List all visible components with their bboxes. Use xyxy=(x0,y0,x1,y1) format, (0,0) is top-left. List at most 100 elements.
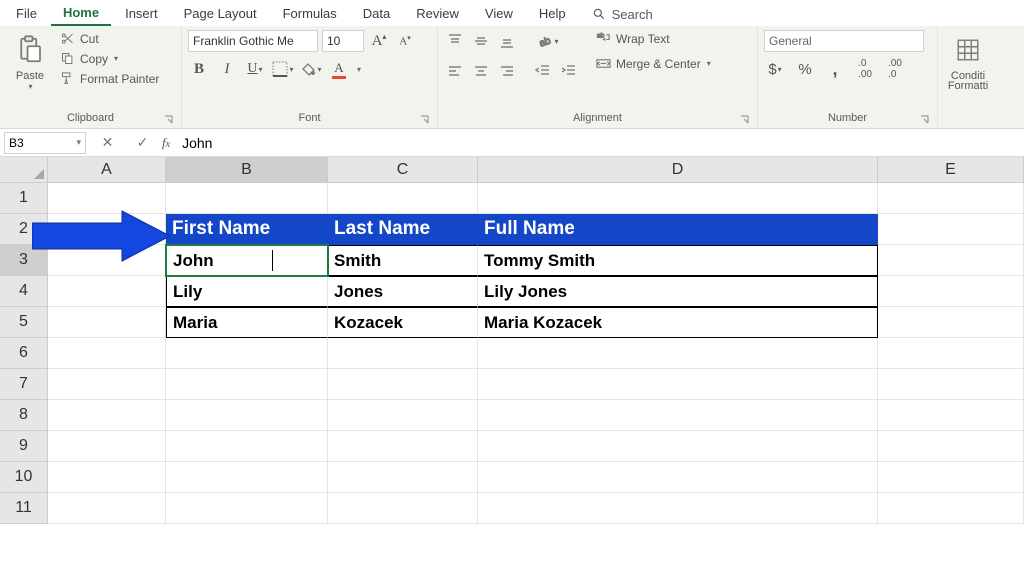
row-header[interactable]: 7 xyxy=(0,369,48,400)
tab-review[interactable]: Review xyxy=(404,3,471,25)
cell[interactable] xyxy=(328,338,478,369)
cell[interactable] xyxy=(328,183,478,214)
cell[interactable] xyxy=(166,462,328,493)
cut-button[interactable]: Cut xyxy=(58,30,161,47)
cell[interactable] xyxy=(328,462,478,493)
column-header-b[interactable]: B xyxy=(166,157,328,183)
cell[interactable] xyxy=(878,183,1024,214)
cell-header-last-name[interactable]: Last Name xyxy=(328,214,478,245)
cell[interactable]: Maria xyxy=(166,307,328,338)
cell[interactable] xyxy=(166,400,328,431)
border-button[interactable]: ▾ xyxy=(272,58,294,80)
cell[interactable] xyxy=(478,369,878,400)
cell[interactable] xyxy=(166,338,328,369)
underline-button[interactable]: U▾ xyxy=(244,58,266,80)
cell[interactable] xyxy=(878,338,1024,369)
copy-button[interactable]: Copy ▾ xyxy=(58,50,161,67)
decrease-decimal-button[interactable]: .00.0 xyxy=(884,58,906,80)
fill-color-button[interactable]: ▾ xyxy=(300,58,322,80)
name-box[interactable]: B3 ▾ xyxy=(4,132,86,154)
row-header[interactable]: 6 xyxy=(0,338,48,369)
cell-header-full-name[interactable]: Full Name xyxy=(478,214,878,245)
cell[interactable] xyxy=(878,431,1024,462)
cell[interactable] xyxy=(166,493,328,524)
shrink-font-button[interactable]: A▾ xyxy=(394,30,416,52)
cell[interactable]: Smith xyxy=(328,245,478,276)
cell[interactable] xyxy=(48,338,166,369)
cell[interactable]: Kozacek xyxy=(328,307,478,338)
column-header-e[interactable]: E xyxy=(878,157,1024,183)
cell[interactable] xyxy=(478,400,878,431)
increase-indent-button[interactable] xyxy=(558,60,580,82)
cell-header-first-name[interactable]: First Name xyxy=(166,214,328,245)
italic-button[interactable]: I xyxy=(216,58,238,80)
wrap-text-button[interactable]: ab Wrap Text xyxy=(594,30,713,47)
confirm-edit-button[interactable]: ✓ xyxy=(137,134,149,151)
cell[interactable] xyxy=(48,493,166,524)
cell[interactable]: Lily xyxy=(166,276,328,307)
percent-format-button[interactable]: % xyxy=(794,58,816,80)
dialog-launcher-icon[interactable] xyxy=(163,114,175,126)
formula-input[interactable] xyxy=(176,132,1024,154)
font-family-select[interactable] xyxy=(188,30,318,52)
row-header[interactable]: 5 xyxy=(0,307,48,338)
column-header-d[interactable]: D xyxy=(478,157,878,183)
cell[interactable]: Tommy Smith xyxy=(478,245,878,276)
cell[interactable] xyxy=(328,431,478,462)
fx-icon[interactable]: fx xyxy=(162,135,170,151)
cell[interactable] xyxy=(48,431,166,462)
cell[interactable] xyxy=(478,183,878,214)
cell[interactable] xyxy=(328,400,478,431)
cell[interactable] xyxy=(878,462,1024,493)
align-top-button[interactable] xyxy=(444,30,466,52)
dialog-launcher-icon[interactable] xyxy=(739,114,751,126)
cell[interactable]: Lily Jones xyxy=(478,276,878,307)
cell[interactable] xyxy=(878,245,1024,276)
row-header[interactable]: 8 xyxy=(0,400,48,431)
accounting-format-button[interactable]: $▾ xyxy=(764,58,786,80)
comma-format-button[interactable]: , xyxy=(824,58,846,80)
cell[interactable] xyxy=(166,369,328,400)
paste-button[interactable]: Paste ▾ xyxy=(6,30,54,93)
align-left-button[interactable] xyxy=(444,60,466,82)
cell[interactable] xyxy=(878,369,1024,400)
cell[interactable] xyxy=(328,369,478,400)
column-header-c[interactable]: C xyxy=(328,157,478,183)
dialog-launcher-icon[interactable] xyxy=(419,114,431,126)
row-header[interactable]: 9 xyxy=(0,431,48,462)
worksheet-grid[interactable]: A B C D E 1 2 First Name Last Name Full … xyxy=(0,157,1024,524)
tab-data[interactable]: Data xyxy=(351,3,402,25)
cell[interactable] xyxy=(478,431,878,462)
align-middle-button[interactable] xyxy=(470,30,492,52)
cell[interactable] xyxy=(878,493,1024,524)
bold-button[interactable]: B xyxy=(188,58,210,80)
decrease-indent-button[interactable] xyxy=(532,60,554,82)
cell[interactable] xyxy=(878,276,1024,307)
number-format-select[interactable] xyxy=(764,30,924,52)
column-header-a[interactable]: A xyxy=(48,157,166,183)
cell[interactable] xyxy=(48,400,166,431)
dialog-launcher-icon[interactable] xyxy=(919,114,931,126)
align-bottom-button[interactable] xyxy=(496,30,518,52)
conditional-formatting-button[interactable]: Conditi Formatti xyxy=(944,30,992,94)
font-color-button[interactable]: A xyxy=(328,58,350,80)
tab-page-layout[interactable]: Page Layout xyxy=(172,3,269,25)
tab-view[interactable]: View xyxy=(473,3,525,25)
cell[interactable] xyxy=(48,462,166,493)
cell[interactable] xyxy=(48,307,166,338)
orientation-button[interactable]: ab▾ xyxy=(532,30,564,52)
cell[interactable] xyxy=(48,369,166,400)
cell[interactable]: Jones xyxy=(328,276,478,307)
increase-decimal-button[interactable]: .0.00 xyxy=(854,58,876,80)
cancel-edit-button[interactable]: ✕ xyxy=(102,134,114,151)
row-header[interactable]: 11 xyxy=(0,493,48,524)
cell[interactable] xyxy=(478,462,878,493)
tell-me-search[interactable]: Search xyxy=(592,7,653,22)
grow-font-button[interactable]: A▴ xyxy=(368,30,390,52)
tab-file[interactable]: File xyxy=(4,3,49,25)
cell-b3-active[interactable]: John xyxy=(166,245,328,276)
cell[interactable] xyxy=(478,338,878,369)
tab-insert[interactable]: Insert xyxy=(113,3,170,25)
cell[interactable] xyxy=(478,493,878,524)
align-center-button[interactable] xyxy=(470,60,492,82)
